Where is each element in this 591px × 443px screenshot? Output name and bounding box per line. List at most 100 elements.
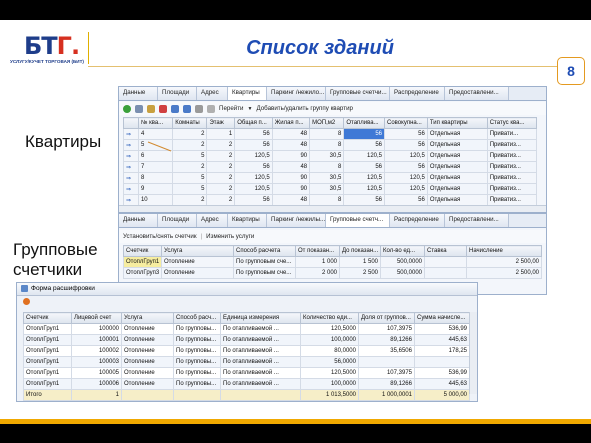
table-cell[interactable]: 8 [309,139,345,151]
table-cell[interactable]: ОтоплГруп3 [123,267,162,279]
vertical-scrollbar[interactable] [469,312,477,394]
chevron-down-icon[interactable]: ▼ [248,106,253,112]
table-cell[interactable]: ОтоплГруп1 [23,334,72,346]
table-row[interactable]: ОтоплГруп3 Отопление По групповым сче... 2 … [123,267,542,279]
table-cell[interactable]: 2 500,00 [466,267,542,279]
table-cell[interactable]: 120,5 [234,183,273,195]
table-cell[interactable]: 56 [384,161,428,173]
table-cell[interactable]: 10 [137,194,174,206]
table-cell[interactable]: 8 [309,161,345,173]
table-cell[interactable]: 120,5 [384,150,428,162]
table-cell[interactable]: 56 [384,139,428,151]
tab-provision[interactable]: Предоставлени... [445,87,509,100]
table-row[interactable]: ⇒ 6 5 2 120,5 90 30,5 120,5 120,5 Отдельная Приват… [123,150,538,162]
column-header[interactable]: Единица измерения [220,312,301,324]
tab-data[interactable]: Данные [119,87,158,100]
table-cell[interactable]: 100001 [71,334,122,346]
filter-icon[interactable] [207,104,215,113]
table-cell[interactable]: 2 500 [339,267,381,279]
table-cell[interactable]: Отдельная [426,128,488,140]
tab-data[interactable]: Данные [119,214,158,227]
table-row[interactable]: ⇒ 4 2 1 56 48 8 56 56 Отдельная Привати... [123,128,538,140]
tab-group-meters[interactable]: Групповые счетч... [326,214,390,227]
table-cell[interactable]: 120,5 [384,172,428,184]
column-header[interactable]: Счетчик [23,312,72,324]
table-cell[interactable]: Отопление [121,378,174,390]
table-cell[interactable]: 100006 [71,378,122,390]
table-cell[interactable]: Отопление [121,367,174,379]
table-cell[interactable]: 48 [271,161,311,173]
table-cell[interactable]: 8 [309,194,345,206]
table-cell[interactable]: 2 [206,183,236,195]
table-cell[interactable]: 178,25 [414,345,470,357]
table-cell[interactable]: По отапливаемой ... [220,323,301,335]
table-cell[interactable]: 2 [206,172,236,184]
column-header[interactable]: Статус ква... [486,117,538,129]
table-cell[interactable]: 100003 [71,356,122,368]
table-row[interactable]: ⇒ 9 5 2 120,5 90 30,5 120,5 120,5 Отдельная Приват… [123,183,538,195]
tab-address[interactable]: Адрес [197,214,228,227]
table-cell[interactable]: По групповы... [173,323,221,335]
table-cell[interactable]: Отдельная [426,161,488,173]
table-cell[interactable]: Привати... [486,128,538,140]
table-cell[interactable]: По групповы... [173,356,221,368]
table-cell[interactable]: 56 [343,139,386,151]
table-cell[interactable]: 1 000 [295,256,340,268]
column-header[interactable]: Общая п... [234,117,273,129]
table-cell[interactable]: 120,5 [343,172,386,184]
table-cell[interactable]: Отдельная [426,194,488,206]
table-cell[interactable]: 107,3975 [358,323,415,335]
tab-apartments[interactable]: Квартиры [228,87,267,100]
move-down-icon[interactable] [183,104,191,113]
table-cell[interactable]: Отдельная [426,172,488,184]
table-cell[interactable]: Отдельная [426,183,488,195]
table-cell[interactable]: 2 [172,161,208,173]
table-cell[interactable]: 445,63 [414,378,470,390]
table-cell[interactable]: 120,5 [234,150,273,162]
column-header[interactable]: Способ расчета [233,245,296,257]
table-cell[interactable]: 2 500,00 [466,256,542,268]
table-cell[interactable]: 445,63 [414,334,470,346]
table-cell[interactable]: 100,0000 [300,334,359,346]
table-cell[interactable]: 100000 [71,323,122,335]
table-cell[interactable]: 48 [271,194,311,206]
column-header[interactable]: Жилая п... [271,117,311,129]
horizontal-scrollbar[interactable] [119,205,546,212]
table-cell[interactable]: ОтоплГруп1 [23,367,72,379]
table-cell[interactable]: 1 [206,128,236,140]
table-row[interactable]: ОтоплГруп1 Отопление По групповым сче... 1 … [123,256,542,268]
table-cell[interactable]: 2 [172,194,208,206]
table-cell[interactable]: 2 [206,161,236,173]
table-cell[interactable]: 2 000 [295,267,340,279]
table-cell[interactable]: 5 [172,150,208,162]
table-cell[interactable]: 120,5 [234,172,273,184]
table-cell[interactable]: 56 [384,194,428,206]
table-cell[interactable]: По отапливаемой ... [220,334,301,346]
table-row[interactable]: ОтоплГруп1 100003 Отопление По групповы... П… [23,356,470,368]
table-cell[interactable]: Приватиз... [486,183,538,195]
table-cell[interactable]: 2 [206,139,236,151]
column-header[interactable]: Комнаты [172,117,208,129]
column-header[interactable]: Способ расч... [173,312,221,324]
table-cell[interactable]: По отапливаемой ... [220,378,301,390]
table-row[interactable]: ОтоплГруп1 100001 Отопление По групповы... П… [23,334,470,346]
table-cell[interactable]: По групповы... [173,378,221,390]
table-cell[interactable]: 89,1266 [358,378,415,390]
change-services-button[interactable]: Изменить услуги [206,233,254,240]
table-cell[interactable]: 7 [137,161,174,173]
tab-parking[interactable]: Паркинг /нежило... [267,87,326,100]
table-cell[interactable] [358,356,415,368]
table-row[interactable]: ⇒ 5 2 2 56 48 8 56 56 Отдельная Приватиз... [123,139,538,151]
table-cell[interactable]: 536,99 [414,323,470,335]
table-cell[interactable]: 48 [271,139,311,151]
table-cell[interactable]: Отопление [121,323,174,335]
table-cell[interactable]: 56 [234,139,273,151]
column-header[interactable]: Услуга [161,245,234,257]
column-header[interactable]: Количество еди... [300,312,359,324]
table-cell[interactable]: 120,5 [343,183,386,195]
table-cell[interactable]: 56,0000 [300,356,359,368]
table-cell[interactable]: Приватиз... [486,139,538,151]
move-up-icon[interactable] [171,104,179,113]
column-header[interactable]: Тип квартиры [426,117,488,129]
column-header[interactable]: Отаплива... [343,117,386,129]
